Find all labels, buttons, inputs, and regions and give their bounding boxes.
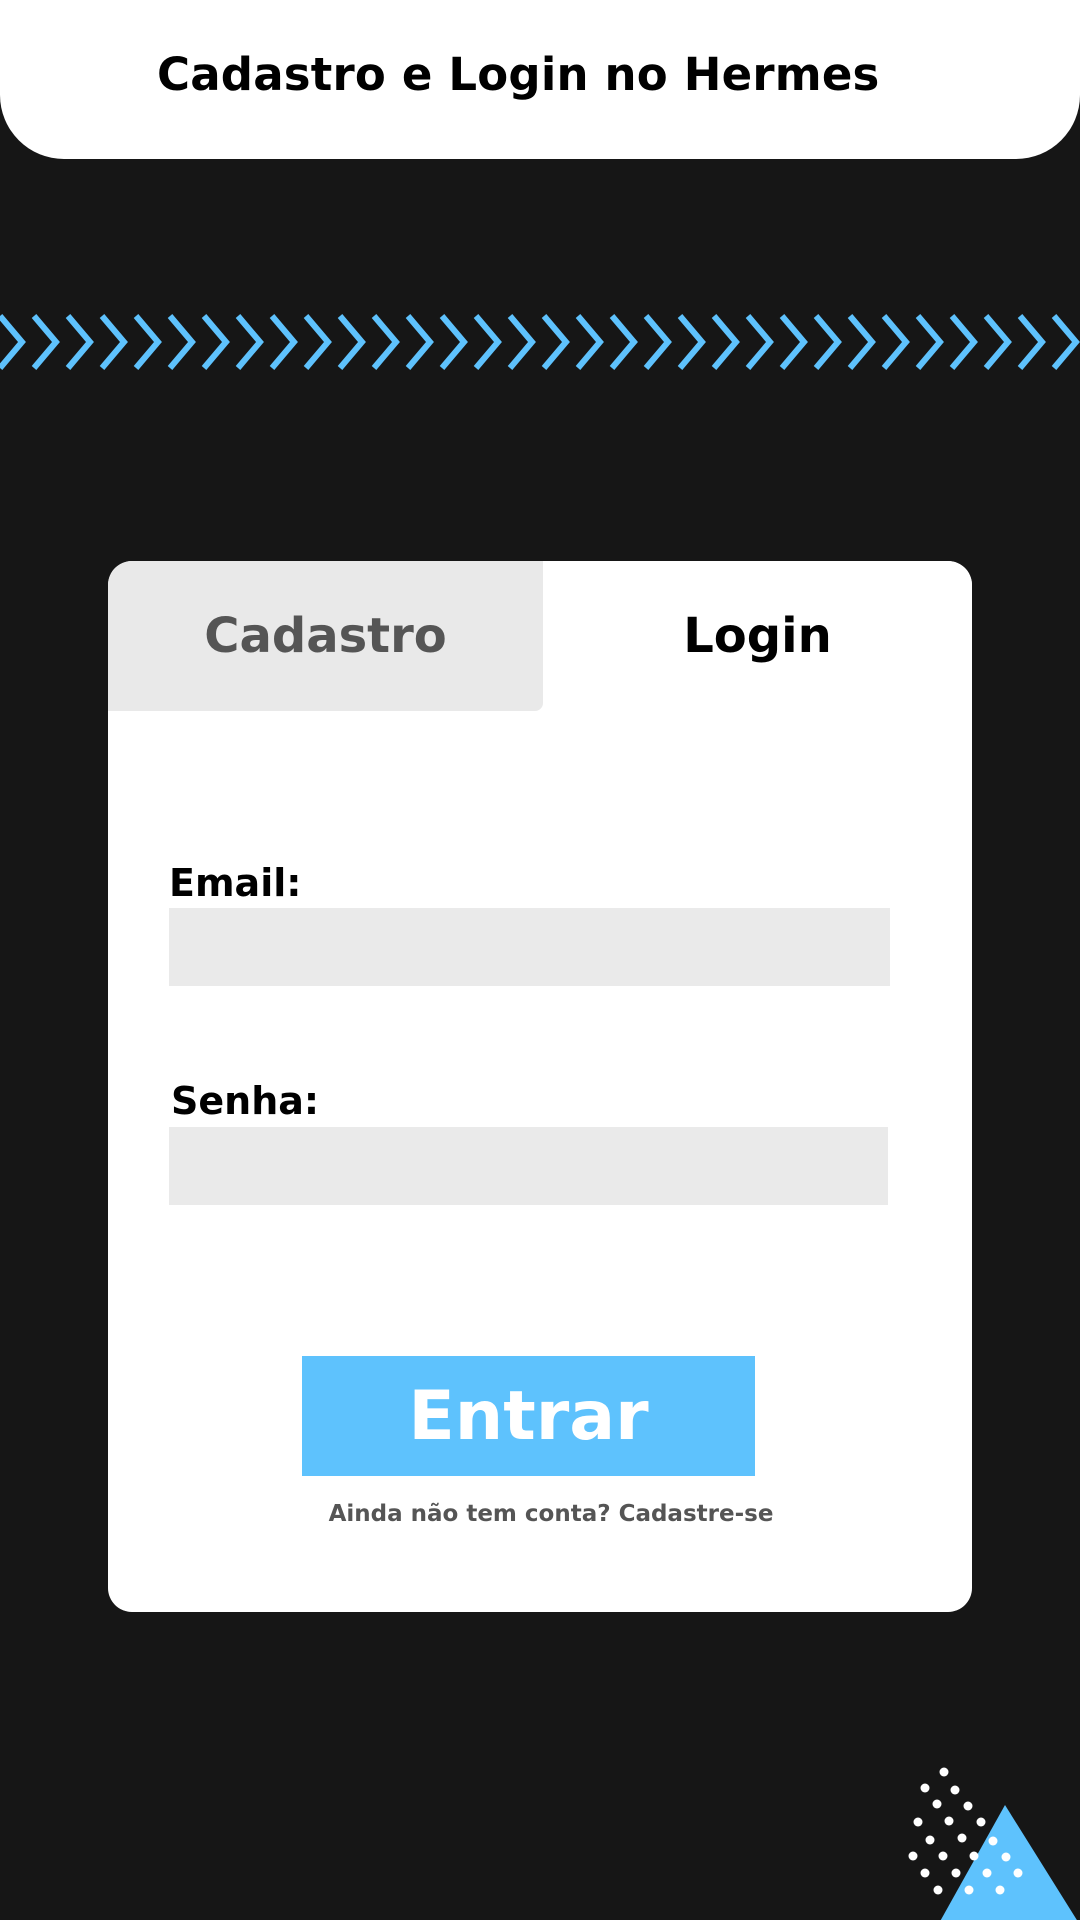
chevron-right-icon xyxy=(0,314,26,370)
chevron-right-icon xyxy=(813,314,842,370)
tab-login[interactable]: Login xyxy=(543,561,972,711)
chevron-right-icon xyxy=(507,314,536,370)
auth-card: Cadastro Login Email: Senha: Entrar Aind… xyxy=(108,561,972,1612)
chevron-right-icon xyxy=(167,314,196,370)
header-bar: Cadastro e Login no Hermes xyxy=(0,0,1080,159)
chevron-right-icon xyxy=(643,314,672,370)
password-label: Senha: xyxy=(171,1079,320,1123)
password-field[interactable] xyxy=(169,1127,888,1205)
chevron-right-icon xyxy=(949,314,978,370)
chevron-right-icon xyxy=(201,314,230,370)
chevron-right-icon xyxy=(303,314,332,370)
chevron-right-icon xyxy=(31,314,60,370)
chevron-right-icon xyxy=(133,314,162,370)
chevron-right-icon xyxy=(405,314,434,370)
chevron-right-icon xyxy=(235,314,264,370)
chevron-right-icon xyxy=(1051,314,1080,370)
chevron-right-icon xyxy=(983,314,1012,370)
chevron-strip-decoration xyxy=(0,314,1080,370)
chevron-right-icon xyxy=(473,314,502,370)
email-field[interactable] xyxy=(169,908,890,986)
chevron-right-icon xyxy=(881,314,910,370)
chevron-right-icon xyxy=(337,314,366,370)
page-title: Cadastro e Login no Hermes xyxy=(157,48,880,101)
signup-link[interactable]: Ainda não tem conta? Cadastre-se xyxy=(108,1501,972,1527)
chevron-right-icon xyxy=(915,314,944,370)
triangle-dots-decoration xyxy=(908,1767,1077,1920)
triangle-shape xyxy=(940,1805,1077,1920)
chevron-right-icon xyxy=(269,314,298,370)
chevron-right-icon xyxy=(99,314,128,370)
chevron-right-icon xyxy=(779,314,808,370)
email-label: Email: xyxy=(169,861,302,905)
chevron-right-icon xyxy=(745,314,774,370)
chevron-right-icon xyxy=(439,314,468,370)
chevron-right-icon xyxy=(677,314,706,370)
chevron-right-icon xyxy=(575,314,604,370)
chevron-right-icon xyxy=(541,314,570,370)
tab-cadastro[interactable]: Cadastro xyxy=(108,561,543,711)
chevron-right-icon xyxy=(711,314,740,370)
chevron-right-icon xyxy=(65,314,94,370)
chevron-right-icon xyxy=(609,314,638,370)
chevron-right-icon xyxy=(1017,314,1046,370)
enter-button[interactable]: Entrar xyxy=(302,1356,755,1476)
chevron-right-icon xyxy=(847,314,876,370)
chevron-right-icon xyxy=(371,314,400,370)
